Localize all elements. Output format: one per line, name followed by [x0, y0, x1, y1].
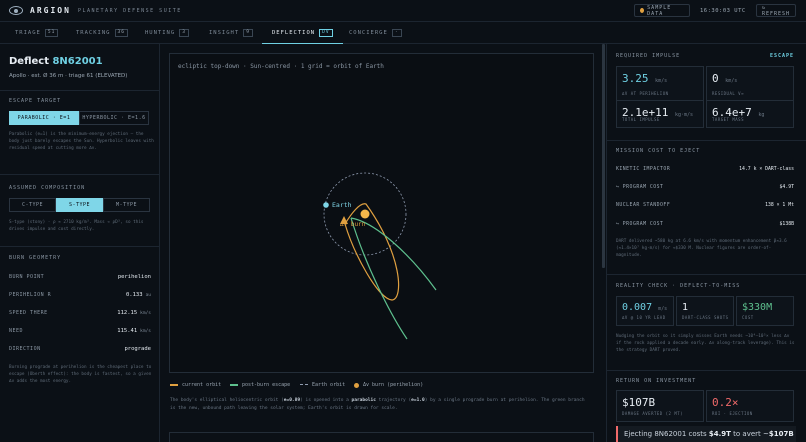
object-subtitle: Apollo · est. Ø 36 m · triage 61 (ELEVAT…	[9, 73, 128, 79]
left-panel: Deflect 8N62001 Apollo · est. Ø 36 m · t…	[0, 44, 160, 442]
next-panel-edge	[169, 432, 594, 442]
object-id: 8N62001	[52, 56, 103, 67]
divider	[606, 274, 806, 275]
m-type-option[interactable]: M-TYPE	[103, 198, 150, 212]
mission-row: ↪ PROGRAM COST $138B	[616, 222, 794, 227]
parabolic-option[interactable]: PARABOLIC · E=1	[9, 111, 79, 125]
reality-dv-card: 0.007 m/s ΔV @ 10 YR LEAD	[616, 296, 674, 326]
burn-row: BURN POINT perihelion	[9, 274, 151, 280]
sun-marker	[360, 209, 370, 219]
burn-note: Burning prograde at perihelion is the ch…	[9, 365, 152, 384]
composition-toggle: C-TYPE S-TYPE M-TYPE	[9, 198, 150, 212]
vinf-card: 0 km/s RESIDUAL V∞	[706, 66, 794, 102]
tab-concierge[interactable]: CONCIERGE ·	[349, 22, 402, 44]
suite-name: PLANETARY DEFENSE SUITE	[78, 8, 182, 14]
c-type-option[interactable]: C-TYPE	[9, 198, 56, 212]
tab-badge: DV	[319, 28, 333, 37]
hyperbolic-option[interactable]: HYPERBOLIC · E=1.6	[79, 111, 149, 125]
logo-eye-icon	[9, 6, 23, 15]
scrollbar[interactable]	[602, 44, 605, 268]
roi-alert: Ejecting 8N62001 costs $4.9T to avert ~$…	[616, 426, 796, 442]
mass-card: 6.4e+7 kg TARGET MASS	[706, 100, 794, 128]
refresh-button[interactable]: ↻ REFRESH	[756, 4, 796, 17]
damage-card: $107B DAMAGE AVERTED (2 MT)	[616, 390, 704, 422]
legend-escape: post-burn escape	[230, 382, 290, 388]
mission-row: KINETIC IMPACTOR 14.7 k × DART-class	[616, 167, 794, 172]
utc-clock: 16:30:03 UTC	[700, 8, 746, 14]
mission-cost-label: MISSION COST TO EJECT	[616, 148, 701, 154]
burn-row: SPEED THERE 112.15 km/s	[9, 310, 151, 316]
tab-badge: 51	[44, 29, 59, 37]
page-title: Deflect 8N62001	[9, 56, 103, 67]
impulse-card: 2.1e+11 kg·m/s TOTAL IMPULSE	[616, 100, 704, 128]
divider	[0, 174, 160, 175]
roi-card: 0.2× ROI · EJECTION	[706, 390, 794, 422]
tab-hunting[interactable]: HUNTING 3	[145, 22, 189, 44]
refresh-label: ↻ REFRESH	[762, 4, 791, 17]
divider	[0, 90, 160, 91]
burn-row: PERIHELION R 0.133 au	[9, 292, 151, 298]
sample-data-label: SAMPLE DATA	[647, 4, 672, 17]
legend-current: current orbit	[170, 382, 221, 388]
main-tabs: TRIAGE 51 TRACKING 36 HUNTING 3 INSIGHT 9 DE…	[0, 22, 806, 44]
mission-row: NUCLEAR STANDOFF 138 × 1 Mt	[616, 203, 794, 208]
tab-insight[interactable]: INSIGHT 9	[209, 22, 253, 44]
legend-burn: Δv burn (perihelion)	[354, 382, 423, 388]
composition-note: S-type (stony) · ρ ≈ 2710 kg/m³. Mass ∝ …	[9, 220, 144, 232]
tab-badge: 9	[243, 29, 253, 37]
divider	[606, 370, 806, 371]
top-bar: ARGION PLANETARY DEFENSE SUITE SAMPLE DA…	[0, 0, 806, 22]
escape-target-label: ESCAPE TARGET	[9, 98, 62, 104]
orbit-svg	[323, 172, 437, 340]
burn-label: Δv burn	[340, 221, 366, 228]
orbit-plot[interactable]: ecliptic top-down · Sun-centred · 1 grid…	[169, 53, 594, 373]
tab-tracking[interactable]: TRACKING 36	[76, 22, 128, 44]
composition-label: ASSUMED COMPOSITION	[9, 185, 86, 191]
dv-card: 3.25 km/s ΔV AT PERIHELION	[616, 66, 704, 102]
earth-marker	[323, 202, 329, 208]
burn-row: NEED 115.41 km/s	[9, 328, 151, 334]
reality-shots-card: 1 DART-CLASS SHOTS	[676, 296, 734, 326]
reality-note: Nudging the orbit so it simply misses Ea…	[616, 334, 795, 353]
reality-cost-card: $330M COST	[736, 296, 794, 326]
tab-badge: 36	[114, 29, 128, 37]
plot-explanation: The body's elliptical heliocentric orbit…	[170, 398, 585, 411]
tab-deflection[interactable]: DEFLECTION DV	[262, 22, 343, 44]
mission-note: DART delivered ~580 kg at 6.6 km/s with …	[616, 239, 787, 258]
divider	[0, 246, 160, 247]
burn-geometry-label: BURN GEOMETRY	[9, 255, 62, 261]
burn-row: DIRECTION prograde	[9, 346, 151, 352]
s-type-option[interactable]: S-TYPE	[56, 198, 103, 212]
impulse-label: REQUIRED IMPULSE	[616, 53, 681, 59]
tab-badge: ·	[391, 29, 402, 37]
tab-triage[interactable]: TRIAGE 51	[15, 22, 59, 44]
sample-data-badge[interactable]: SAMPLE DATA	[634, 4, 690, 17]
divider	[606, 140, 806, 141]
impulse-mode: ESCAPE	[770, 53, 795, 59]
mission-row: ↪ PROGRAM COST $4.9T	[616, 185, 794, 190]
escape-target-toggle: PARABOLIC · E=1 HYPERBOLIC · E=1.6	[9, 111, 149, 125]
roi-label: RETURN ON INVESTMENT	[616, 378, 697, 384]
reality-check-label: REALITY CHECK · DEFLECT-TO-MISS	[616, 283, 741, 289]
tab-badge: 3	[179, 29, 189, 37]
escape-note: Parabolic (e=1) is the minimum-energy ej…	[9, 132, 154, 151]
legend-earth: Earth orbit	[300, 382, 345, 388]
status-dot-icon	[640, 8, 645, 13]
brand-name: ARGION	[30, 6, 71, 15]
earth-label: Earth	[332, 201, 352, 209]
